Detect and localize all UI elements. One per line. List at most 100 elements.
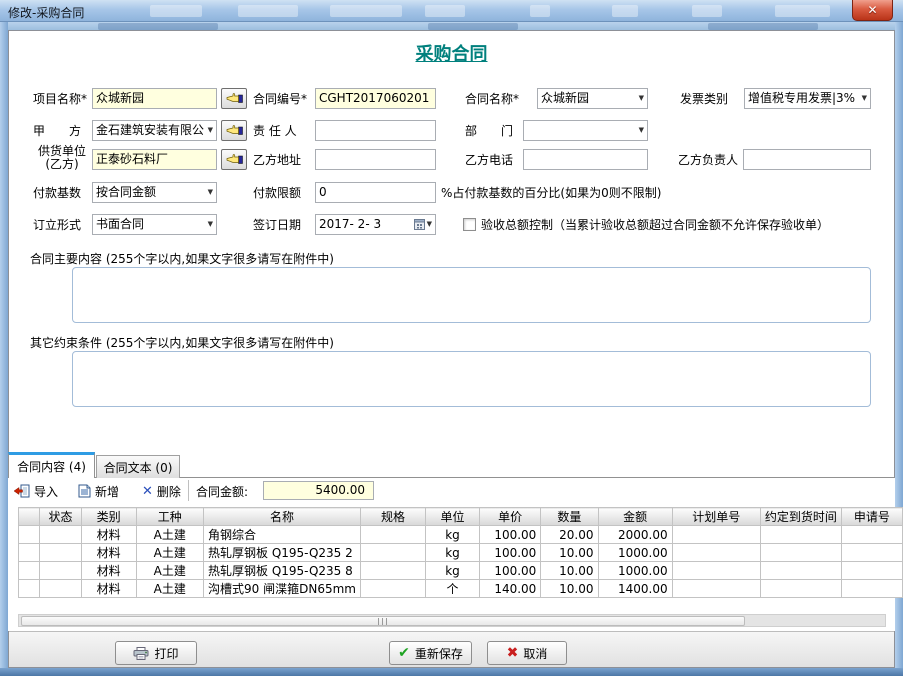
- other-terms-label: 其它约束条件 (255个字以内,如果文字很多请写在附件中): [30, 333, 334, 353]
- table-row[interactable]: 材料A土建沟槽式90 闸渫箍DN65mm个140.0010.001400.00: [19, 580, 903, 598]
- supplier-pick-button[interactable]: [221, 149, 247, 170]
- party-b-contact-input[interactable]: [743, 149, 871, 170]
- check-icon: ✔: [398, 646, 410, 660]
- column-header[interactable]: 工种: [136, 508, 203, 526]
- table-cell: [360, 562, 425, 580]
- chevron-down-icon: ▼: [639, 89, 644, 108]
- form-type-select[interactable]: 书面合同 ▼: [92, 214, 217, 235]
- sign-date-picker[interactable]: 2017- 2- 3 ▼: [315, 214, 436, 235]
- party-a-pick-button[interactable]: [221, 120, 247, 141]
- import-button[interactable]: 导入: [14, 481, 58, 501]
- tab-contract-content[interactable]: 合同内容 (4): [8, 452, 95, 478]
- printer-icon: [133, 647, 149, 660]
- payment-base-value: 按合同金额: [96, 183, 206, 202]
- save-label: 重新保存: [415, 645, 463, 662]
- column-header[interactable]: 计划单号: [672, 508, 760, 526]
- table-cell: kg: [426, 526, 480, 544]
- table-row[interactable]: 材料A土建热轧厚钢板 Q195-Q235 2kg100.0010.001000.…: [19, 544, 903, 562]
- import-icon: [14, 484, 30, 498]
- table-cell: [19, 562, 40, 580]
- cancel-button[interactable]: ✖ 取消: [487, 641, 567, 665]
- table-cell: 10.00: [541, 562, 598, 580]
- contract-name-select[interactable]: 众城新园 ▼: [537, 88, 648, 109]
- department-label: 部 门: [465, 121, 513, 141]
- calendar-icon: [414, 219, 425, 230]
- table-cell: 沟槽式90 闸渫箍DN65mm: [204, 580, 361, 598]
- table-cell: 100.00: [479, 526, 540, 544]
- horizontal-scrollbar[interactable]: [18, 614, 886, 627]
- column-header[interactable]: 单价: [479, 508, 540, 526]
- background-bottom-edge: [0, 668, 903, 676]
- sign-date-label: 签订日期: [253, 215, 301, 235]
- party-a-select[interactable]: 金石建筑安装有限公 ▼: [92, 120, 217, 141]
- window-title: 修改-采购合同: [8, 4, 84, 21]
- column-header[interactable]: 单位: [426, 508, 480, 526]
- print-button[interactable]: 打印: [115, 641, 197, 665]
- table-cell: 100.00: [479, 544, 540, 562]
- responsible-input[interactable]: [315, 120, 436, 141]
- table-cell: [360, 580, 425, 598]
- acceptance-control-checkbox[interactable]: [463, 218, 476, 231]
- delete-button[interactable]: ✕ 删除: [142, 481, 181, 501]
- party-b-phone-input[interactable]: [523, 149, 648, 170]
- save-button[interactable]: ✔ 重新保存: [389, 641, 472, 665]
- column-header[interactable]: 名称: [204, 508, 361, 526]
- table-cell: 10.00: [541, 580, 598, 598]
- column-header[interactable]: 约定到货时间: [760, 508, 841, 526]
- party-b-address-label: 乙方地址: [253, 150, 301, 170]
- payment-base-select[interactable]: 按合同金额 ▼: [92, 182, 217, 203]
- department-select[interactable]: ▼: [523, 120, 648, 141]
- table-cell: 材料: [81, 562, 136, 580]
- table-cell: [19, 580, 40, 598]
- scrollbar-thumb[interactable]: [21, 616, 745, 626]
- chevron-down-icon: ▼: [427, 215, 432, 234]
- column-header[interactable]: 规格: [360, 508, 425, 526]
- table-cell: [672, 544, 760, 562]
- background-left-edge: [0, 22, 8, 668]
- add-button[interactable]: 新增: [78, 481, 119, 501]
- column-header[interactable]: 数量: [541, 508, 598, 526]
- table-cell: A土建: [136, 544, 203, 562]
- table-cell: [841, 526, 902, 544]
- table-cell: [760, 526, 841, 544]
- background-window-blur: [692, 5, 722, 17]
- add-label: 新增: [95, 483, 119, 500]
- page-title: 采购合同: [9, 40, 894, 66]
- table-cell: 个: [426, 580, 480, 598]
- contract-no-input[interactable]: CGHT2017060201: [315, 88, 436, 109]
- invoice-type-select[interactable]: 增值税专用发票|3% ▼: [744, 88, 871, 109]
- contract-name-value: 众城新园: [541, 89, 637, 108]
- project-name-input[interactable]: 众城新园: [92, 88, 217, 109]
- close-icon: ✕: [867, 4, 877, 16]
- column-header[interactable]: 申请号: [841, 508, 902, 526]
- payment-limit-input[interactable]: 0: [315, 182, 436, 203]
- supplier-input[interactable]: 正泰砂石料厂: [92, 149, 217, 170]
- column-header[interactable]: [19, 508, 40, 526]
- main-content-textarea[interactable]: [72, 267, 871, 323]
- other-terms-textarea[interactable]: [72, 351, 871, 407]
- column-header[interactable]: 类别: [81, 508, 136, 526]
- invoice-type-value: 增值税专用发票|3%: [748, 89, 860, 108]
- column-header[interactable]: 状态: [40, 508, 82, 526]
- pointing-hand-icon: [226, 92, 243, 105]
- table-cell: [40, 562, 82, 580]
- column-header[interactable]: 金额: [598, 508, 672, 526]
- tab-contract-text[interactable]: 合同文本 (0): [96, 455, 180, 478]
- contract-amount-label: 合同金额:: [196, 482, 248, 502]
- sign-date-value: 2017- 2- 3: [319, 215, 414, 234]
- items-grid: 状态类别工种名称规格单位单价数量金额计划单号约定到货时间申请号材料A土建角钢综合…: [18, 507, 903, 598]
- pointing-hand-icon: [226, 153, 243, 166]
- party-b-address-input[interactable]: [315, 149, 436, 170]
- contract-amount-field[interactable]: 5400.00: [263, 481, 374, 500]
- table-cell: A土建: [136, 526, 203, 544]
- modify-purchase-contract-dialog: 修改-采购合同 ✕ 采购合同 项目名称* 众城新园 合同编号* CGHT2017…: [0, 0, 903, 676]
- table-cell: [760, 544, 841, 562]
- project-pick-button[interactable]: [221, 88, 247, 109]
- table-row[interactable]: 材料A土建角钢综合kg100.0020.002000.00: [19, 526, 903, 544]
- close-button[interactable]: ✕: [852, 0, 893, 21]
- chevron-down-icon: ▼: [208, 215, 213, 234]
- table-cell: 1400.00: [598, 580, 672, 598]
- table-row[interactable]: 材料A土建热轧厚钢板 Q195-Q235 8kg100.0010.001000.…: [19, 562, 903, 580]
- table-cell: 10.00: [541, 544, 598, 562]
- table-cell: [841, 562, 902, 580]
